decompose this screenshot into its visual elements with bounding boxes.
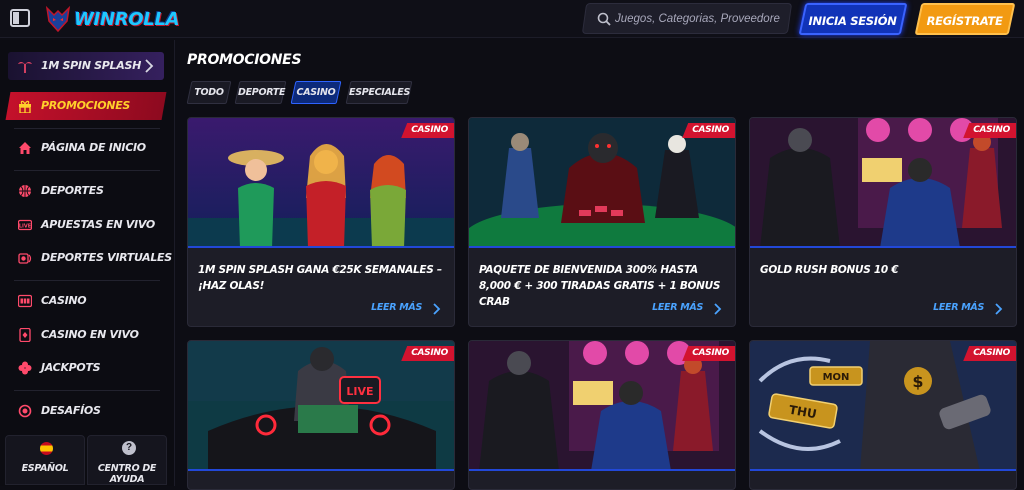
- sidebar-item-apuestas-en-vivo[interactable]: LIVE APUESTAS EN VIVO: [8, 211, 164, 239]
- filter-tab-deporte[interactable]: DEPORTE: [234, 81, 287, 104]
- chevron-right-icon: [145, 59, 154, 73]
- sidebar-item-label: DEPORTES VIRTUALES: [41, 251, 172, 264]
- read-more-link[interactable]: LEER MÁS: [933, 302, 984, 313]
- sidebar-item-label: CASINO EN VIVO: [41, 328, 139, 341]
- promo-title: GOLD RUSH BONUS 10 €: [760, 264, 899, 276]
- sidebar-item-deportes-virtuales[interactable]: DEPORTES VIRTUALES: [8, 244, 172, 272]
- chevron-right-icon: [995, 303, 1003, 315]
- promo-card[interactable]: CASINO 1M SPIN SPLASH GANA €25K SEMANALE…: [187, 117, 455, 327]
- chevron-right-icon: [433, 303, 441, 315]
- category-badge: CASINO: [963, 123, 1016, 138]
- category-badge: CASINO: [682, 346, 735, 361]
- help-center-button[interactable]: ? CENTRO DE AYUDA: [87, 435, 167, 485]
- sidebar-item-label: PROMOCIONES: [41, 99, 131, 112]
- basketball-icon: [19, 185, 31, 197]
- search-input[interactable]: [615, 10, 780, 28]
- filter-tab-casino[interactable]: CASINO: [290, 81, 342, 104]
- home-icon: [19, 142, 31, 154]
- live-sign-text: LIVE: [346, 385, 373, 398]
- category-badge: CASINO: [682, 123, 735, 138]
- category-badge: CASINO: [401, 346, 454, 361]
- chevron-right-icon: [714, 303, 722, 315]
- sidebar-item-casino-en-vivo[interactable]: CASINO EN VIVO: [8, 321, 164, 349]
- sidebar-divider: [14, 390, 160, 391]
- sidebar-item-label: PÁGINA DE INICIO: [41, 141, 146, 154]
- sidebar-item-label: DESAFÍOS: [41, 404, 101, 417]
- search-box[interactable]: [581, 3, 793, 34]
- page-title: PROMOCIONES: [187, 52, 302, 68]
- sidebar-item-label: CASINO: [41, 294, 87, 307]
- read-more-link[interactable]: LEER MÁS: [652, 302, 703, 313]
- filter-tab-label: ESPECIALES: [349, 87, 411, 98]
- register-button[interactable]: REGÍSTRATE: [914, 3, 1016, 35]
- promo-card[interactable]: MON THU $ CASINO: [749, 340, 1017, 490]
- category-badge: CASINO: [963, 346, 1016, 361]
- sidebar-item-desafios[interactable]: DESAFÍOS: [8, 397, 164, 425]
- category-badge: CASINO: [401, 123, 454, 138]
- promo-card[interactable]: LIVE CASINO: [187, 340, 455, 490]
- palm-tree-icon: [18, 62, 32, 73]
- sidebar-item-jackpots[interactable]: JACKPOTS: [8, 354, 164, 382]
- svg-text:LIVE: LIVE: [19, 224, 32, 230]
- promo-image: CASINO: [750, 118, 1016, 248]
- filter-tab-label: DEPORTE: [238, 87, 286, 98]
- promo-image: MON THU $ CASINO: [750, 341, 1016, 471]
- brand-name: WinRolla: [74, 9, 180, 30]
- sidebar-item-label: DEPORTES: [41, 184, 104, 197]
- sidebar-item-label: JACKPOTS: [41, 361, 101, 374]
- sidebar-item-label: 1M SPIN SPLASH: [41, 59, 141, 72]
- slot-machine-icon: [18, 294, 32, 308]
- sidebar-divider: [14, 128, 160, 129]
- spain-flag-icon: [40, 442, 53, 455]
- live-icon: LIVE: [18, 219, 32, 231]
- filter-tab-label: CASINO: [296, 87, 336, 98]
- search-icon: [597, 12, 611, 26]
- brand-logo[interactable]: WinRolla: [44, 4, 180, 34]
- sidebar-item-inicio[interactable]: PÁGINA DE INICIO: [8, 134, 164, 162]
- promo-image: CASINO: [469, 341, 735, 471]
- challenge-icon: [18, 404, 32, 418]
- promo-card[interactable]: CASINO: [468, 340, 736, 490]
- clover-icon: [18, 361, 32, 375]
- promo-card[interactable]: CASINO GOLD RUSH BONUS 10 € LEER MÁS: [749, 117, 1017, 327]
- gift-icon: [19, 100, 31, 113]
- login-button-label: INICIA SESIÓN: [808, 14, 897, 28]
- promo-image: CASINO: [188, 118, 454, 248]
- sidebar-divider: [14, 280, 160, 281]
- sidebar-divider: [14, 170, 160, 171]
- wolf-logo-icon: [45, 5, 71, 33]
- sidebar-toggle-icon[interactable]: [10, 9, 30, 27]
- language-label: ESPAÑOL: [21, 463, 69, 474]
- read-more-link[interactable]: LEER MÁS: [371, 302, 422, 313]
- promo-image: LIVE CASINO: [188, 341, 454, 471]
- register-button-label: REGÍSTRATE: [926, 14, 1003, 28]
- svg-text:$: $: [912, 372, 923, 391]
- main-content: PROMOCIONES TODO DEPORTE CASINO ESPECIAL…: [176, 40, 1024, 490]
- top-header: WinRolla INICIA SESIÓN REGÍSTRATE: [0, 0, 1024, 38]
- language-selector[interactable]: ESPAÑOL: [5, 435, 85, 485]
- help-icon: ?: [122, 441, 136, 455]
- sidebar-item-promociones[interactable]: PROMOCIONES: [5, 92, 167, 120]
- sidebar-item-casino[interactable]: CASINO: [8, 287, 164, 315]
- mon-bar-text: MON: [823, 372, 850, 383]
- live-casino-icon: [19, 328, 31, 342]
- filter-tab-label: TODO: [194, 87, 224, 98]
- sidebar: 1M SPIN SPLASH PROMOCIONES PÁGINA DE INI…: [0, 40, 175, 486]
- promo-image: CASINO: [469, 118, 735, 248]
- sidebar-item-label: APUESTAS EN VIVO: [41, 218, 155, 231]
- filter-tab-todo[interactable]: TODO: [186, 81, 232, 104]
- login-button[interactable]: INICIA SESIÓN: [798, 3, 908, 35]
- sidebar-item-deportes[interactable]: DEPORTES: [8, 177, 164, 205]
- sidebar-item-spin-splash[interactable]: 1M SPIN SPLASH: [8, 52, 164, 80]
- filter-tab-especiales[interactable]: ESPECIALES: [345, 81, 413, 104]
- virtual-sports-icon: [18, 253, 32, 264]
- promo-card[interactable]: CASINO PAQUETE DE BIENVENIDA 300% HASTA …: [468, 117, 736, 327]
- help-label: CENTRO DE AYUDA: [97, 463, 157, 485]
- promo-title: 1M SPIN SPLASH GANA €25K SEMANALES – ¡HA…: [198, 264, 442, 292]
